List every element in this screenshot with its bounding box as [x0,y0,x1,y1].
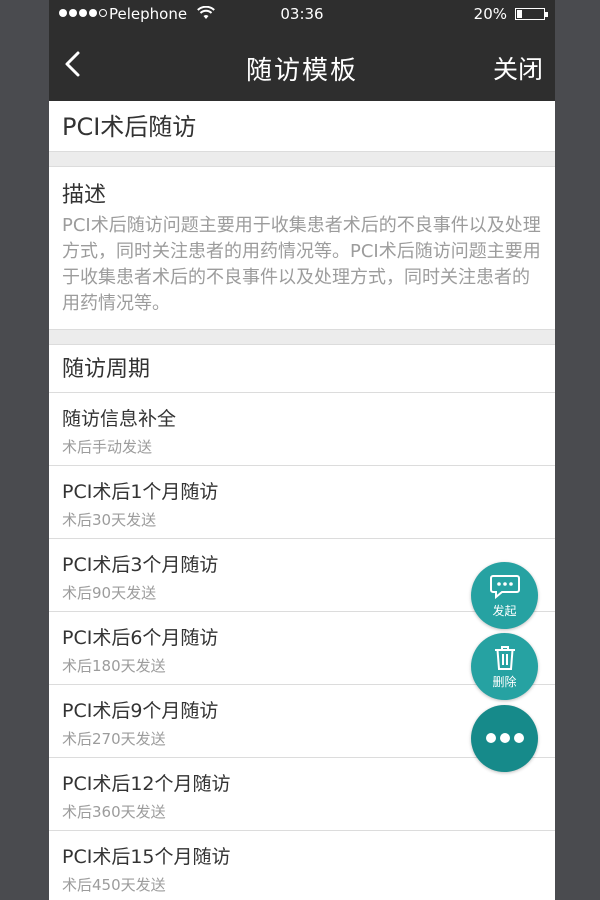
page-title: 随访模板 [245,56,358,86]
list-item-title: PCI术后12个月随访 [62,773,231,795]
follow-up-period-header: 随访周期 [49,345,555,393]
close-button[interactable]: 关闭 [493,50,543,86]
phone-screen: Pelephone 03:36 20% 随访模板 关闭 PCI术后随访 描述 P… [49,0,555,900]
list-item-subtitle: 术后360天发送 [62,803,166,821]
list-item[interactable]: PCI术后12个月随访 术后360天发送 [49,758,555,831]
battery-icon [515,8,548,20]
list-item[interactable]: PCI术后1个月随访 术后30天发送 [49,466,555,539]
delete-button[interactable]: 删除 [471,633,538,700]
more-options-button[interactable] [471,705,538,772]
list-item[interactable]: PCI术后15个月随访 术后450天发送 [49,831,555,900]
list-item-subtitle: 术后450天发送 [62,876,166,894]
list-item[interactable]: 随访信息补全 术后手动发送 [49,393,555,466]
chat-bubble-icon [471,574,538,600]
status-bar: Pelephone 03:36 20% [49,0,555,28]
section-divider [49,152,555,166]
list-item-title: 随访信息补全 [62,408,177,430]
launch-follow-up-button[interactable]: 发起 [471,562,538,629]
template-name: PCI术后随访 [49,101,555,152]
trash-icon [471,645,538,671]
list-item-subtitle: 术后手动发送 [62,438,153,456]
list-item-subtitle: 术后30天发送 [62,511,157,529]
follow-up-period-section: 随访周期 随访信息补全 术后手动发送 PCI术后1个月随访 术后30天发送 PC… [49,344,555,900]
more-dots-icon [471,732,538,744]
description-text: PCI术后随访问题主要用于收集患者术后的不良事件以及处理方式，同时关注患者的用药… [62,215,541,314]
description-section: 描述 PCI术后随访问题主要用于收集患者术后的不良事件以及处理方式，同时关注患者… [49,166,555,330]
navigation-bar: 随访模板 关闭 [49,28,555,101]
list-item-title: PCI术后15个月随访 [62,846,231,868]
description-label: 描述 [62,183,107,208]
delete-button-label: 删除 [492,675,517,689]
section-divider [49,330,555,344]
battery-percentage: 20% [473,5,507,23]
list-item-title: PCI术后1个月随访 [62,481,219,503]
launch-button-label: 发起 [492,604,517,618]
